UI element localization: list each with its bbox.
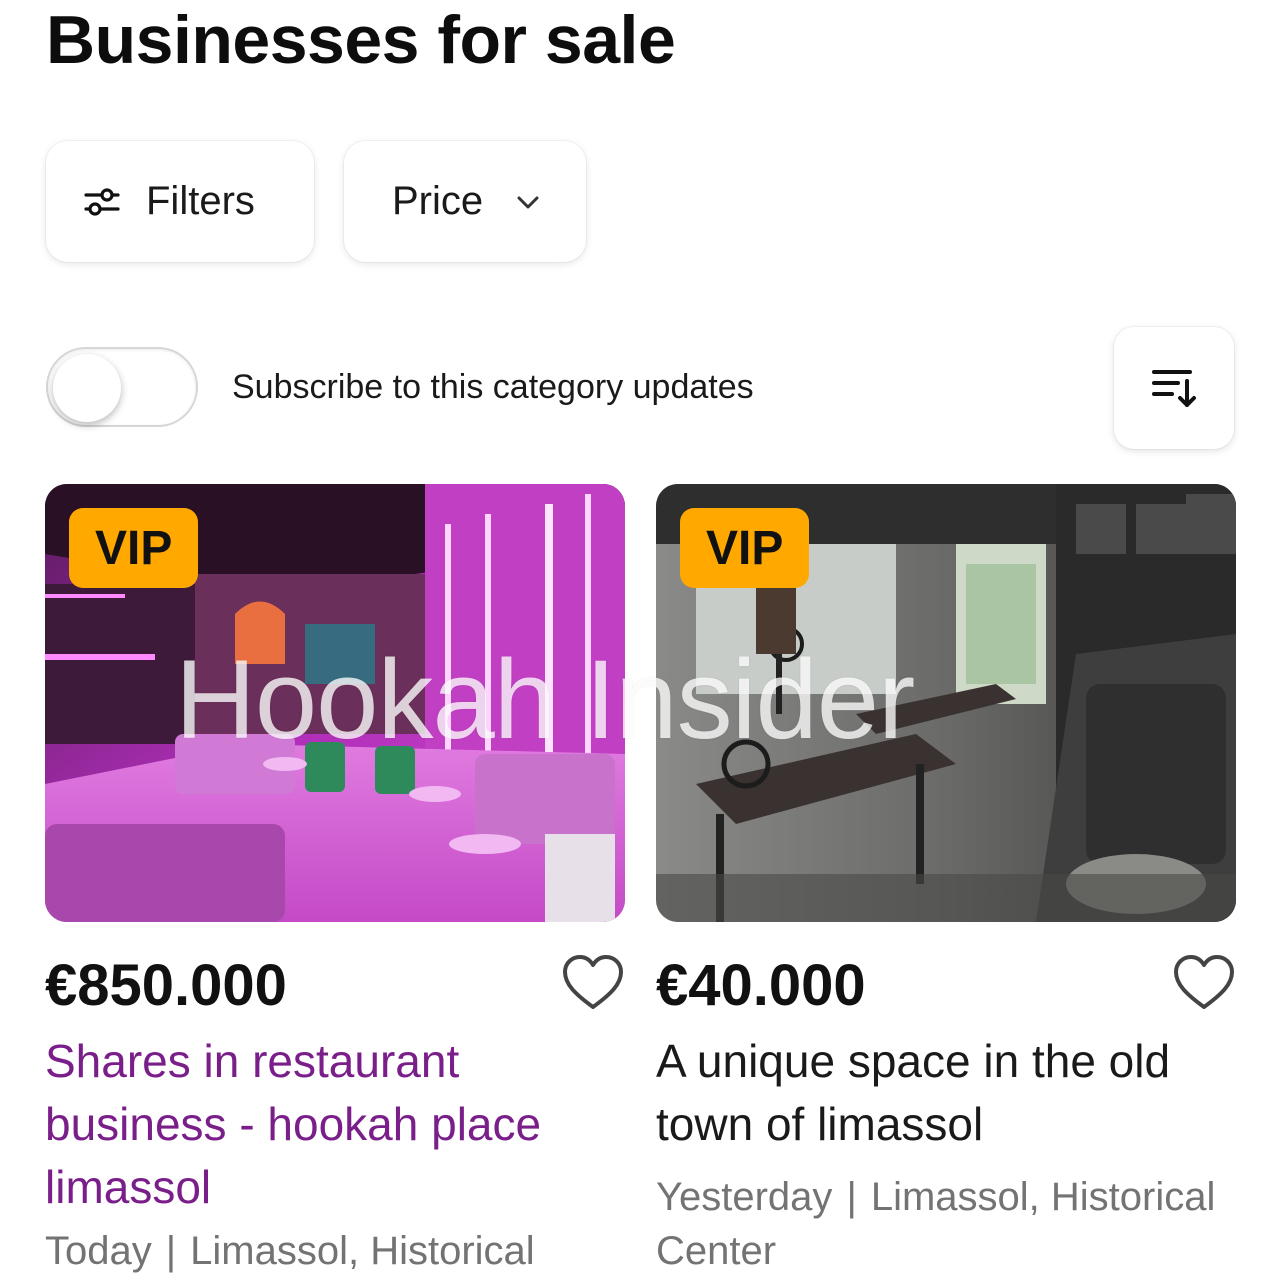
listing-title-link[interactable]: Shares in restaurant business - hookah p… (45, 1030, 625, 1219)
listing-price: €40.000 (656, 953, 866, 1018)
sort-button[interactable] (1114, 327, 1234, 449)
listing-title-link[interactable]: A unique space in the old town of limass… (656, 1030, 1236, 1156)
sliders-icon (82, 182, 122, 222)
vip-badge: VIP (680, 508, 810, 588)
listing-card[interactable]: VIP €850.000 Shares in restaurant busine… (45, 484, 625, 1273)
listing-price: €850.000 (45, 953, 287, 1018)
favorite-button[interactable] (1172, 954, 1236, 1012)
toggle-knob (53, 354, 121, 422)
heart-outline-icon (1172, 955, 1236, 1016)
listing-date: Today (45, 1229, 152, 1273)
listing-date: Yesterday (656, 1175, 833, 1219)
filters-label: Filters (146, 179, 255, 223)
separator: | (165, 1229, 177, 1273)
filters-button[interactable]: Filters (46, 141, 314, 262)
listing-meta: Today | Limassol, Historical (45, 1224, 625, 1278)
price-dropdown[interactable]: Price (344, 141, 586, 262)
listing-location: Limassol, Historical (190, 1229, 535, 1273)
listing-photo[interactable]: VIP (45, 484, 625, 922)
sort-icon (1151, 363, 1197, 414)
separator: | (846, 1175, 857, 1219)
chevron-down-icon (513, 187, 543, 217)
price-label: Price (392, 179, 484, 223)
subscribe-toggle[interactable] (46, 347, 198, 427)
subscribe-label: Subscribe to this category updates (232, 368, 754, 406)
listing-meta: Yesterday | Limassol, Historical Center (656, 1170, 1236, 1278)
heart-outline-icon (561, 955, 625, 1016)
listing-photo[interactable]: VIP (656, 484, 1236, 922)
favorite-button[interactable] (561, 954, 625, 1012)
listing-card[interactable]: VIP €40.000 A unique space in the old to… (656, 484, 1236, 1273)
vip-badge: VIP (69, 508, 199, 588)
page-title: Businesses for sale (46, 2, 676, 78)
